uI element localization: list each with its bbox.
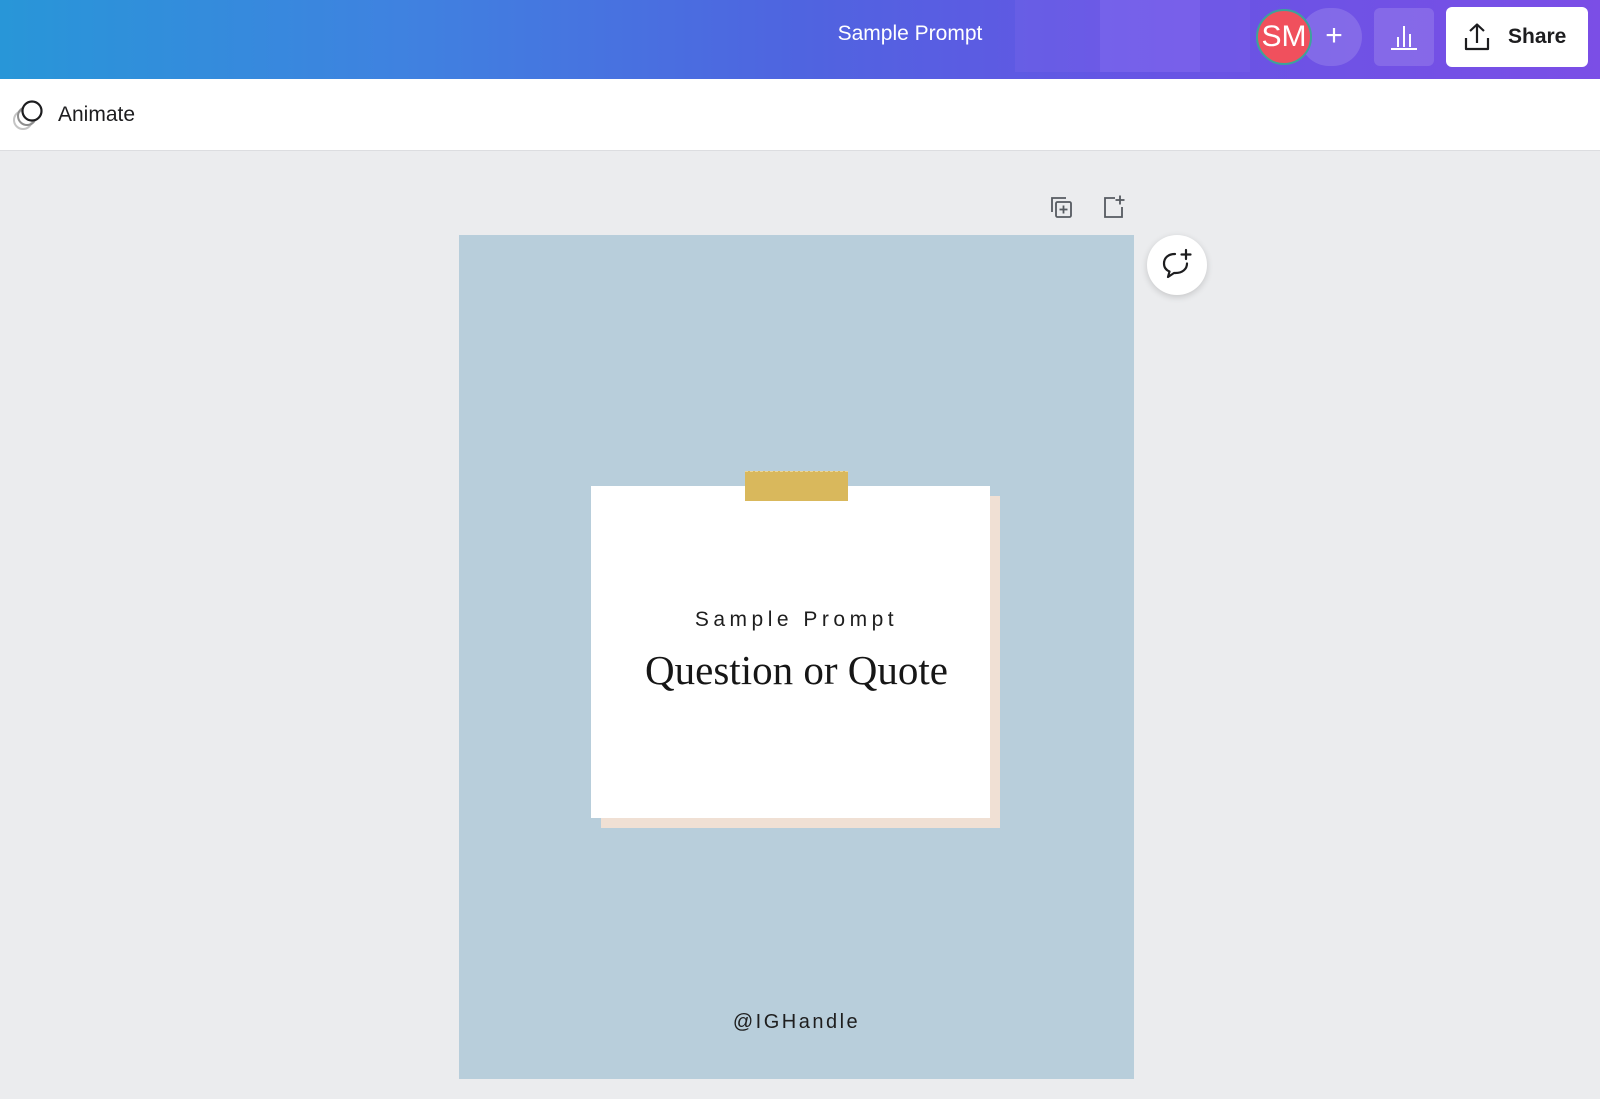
user-avatar[interactable]: SM — [1256, 9, 1312, 65]
bar-chart-icon — [1391, 26, 1417, 50]
header-band — [1015, 0, 1100, 72]
design-canvas[interactable]: Sample Prompt Question or Quote @IGHandl… — [459, 235, 1134, 1079]
add-page-icon — [1104, 195, 1125, 218]
add-comment-button[interactable] — [1147, 235, 1207, 295]
duplicate-page-icon — [1051, 197, 1072, 218]
editor-toolbar: Animate — [0, 79, 1600, 151]
top-header: Sample Prompt SM + Share — [0, 0, 1600, 79]
animate-icon — [13, 100, 43, 130]
duplicate-page-button[interactable] — [1046, 192, 1076, 222]
prompt-headline[interactable]: Question or Quote — [459, 646, 1134, 694]
prompt-subtitle[interactable]: Sample Prompt — [459, 608, 1134, 632]
header-band — [1100, 0, 1200, 72]
animate-button[interactable]: Animate — [12, 97, 135, 133]
tape-strip[interactable] — [745, 471, 848, 501]
insights-button[interactable] — [1374, 8, 1434, 66]
share-button[interactable]: Share — [1446, 7, 1588, 67]
upload-icon — [1464, 23, 1490, 51]
add-comment-icon — [1162, 248, 1192, 279]
animate-label: Animate — [58, 103, 136, 126]
add-page-button[interactable] — [1099, 192, 1129, 222]
ig-handle-text[interactable]: @IGHandle — [459, 1011, 1134, 1034]
header-band — [1200, 0, 1250, 72]
document-title[interactable]: Sample Prompt — [800, 22, 1020, 46]
share-label: Share — [1508, 25, 1567, 48]
